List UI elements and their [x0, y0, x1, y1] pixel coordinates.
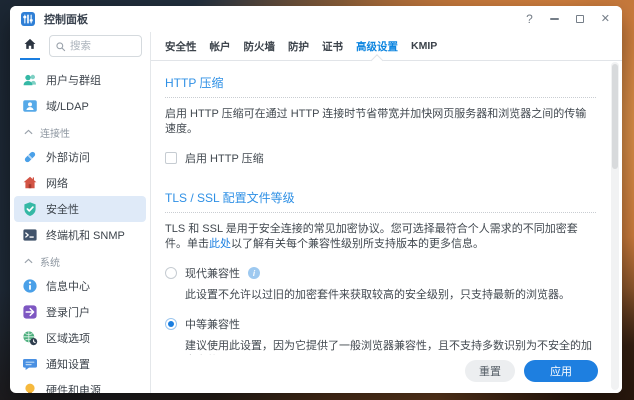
- sidebar-item-domain-ldap[interactable]: 域/LDAP: [10, 93, 150, 119]
- sidebar-section-label: 连接性: [40, 125, 70, 140]
- sidebar-item-label: 终端机和 SNMP: [46, 227, 125, 243]
- window-title: 控制面板: [44, 11, 88, 27]
- home-button[interactable]: [18, 33, 42, 59]
- modern-compatibility-label: 现代兼容性: [185, 265, 240, 281]
- sidebar-section-label: 系统: [40, 254, 60, 269]
- titlebar[interactable]: 控制面板 ? ✕: [10, 6, 622, 32]
- sidebar-item-external-access[interactable]: 外部访问: [10, 144, 150, 170]
- modern-compatibility-row[interactable]: 现代兼容性 i: [165, 265, 596, 281]
- sidebar-item-label: 安全性: [46, 201, 79, 217]
- sidebar-item-label: 用户与群组: [46, 72, 101, 88]
- tab-certificate[interactable]: 证书: [322, 32, 343, 60]
- vertical-scrollbar[interactable]: [611, 62, 619, 390]
- sidebar: 用户与群组 域/LDAP 连接性 外部访问: [10, 32, 151, 393]
- lightbulb-icon: [22, 382, 38, 393]
- intermediate-compatibility-row[interactable]: 中等兼容性: [165, 316, 596, 332]
- sidebar-item-label: 通知设置: [46, 356, 90, 372]
- regional-options-icon: [22, 330, 38, 346]
- intermediate-compatibility-label: 中等兼容性: [185, 316, 240, 332]
- search-input[interactable]: [70, 40, 136, 52]
- close-button[interactable]: ✕: [601, 14, 610, 25]
- tab-protection[interactable]: 防护: [288, 32, 309, 60]
- tab-security[interactable]: 安全性: [165, 32, 197, 60]
- sidebar-section-connectivity[interactable]: 连接性: [10, 120, 150, 144]
- security-shield-icon: [22, 201, 38, 217]
- sidebar-item-label: 信息中心: [46, 278, 90, 294]
- sidebar-item-user-group[interactable]: 用户与群组: [10, 67, 150, 93]
- control-panel-app-icon: [20, 11, 36, 27]
- sidebar-item-notification-settings[interactable]: 通知设置: [10, 351, 150, 377]
- chevron-up-icon: [24, 256, 33, 267]
- tab-account[interactable]: 帐户: [210, 32, 231, 60]
- content-column: 安全性 帐户 防火墙 防护 证书 高级设置 KMIP HTTP 压缩 启用 HT…: [151, 32, 622, 393]
- login-portal-icon: [22, 304, 38, 320]
- sidebar-item-regional-options[interactable]: 区域选项: [10, 325, 150, 351]
- sidebar-item-network[interactable]: 网络: [10, 170, 150, 196]
- info-icon[interactable]: i: [248, 267, 260, 279]
- search-box[interactable]: [49, 35, 142, 57]
- tab-advanced-settings[interactable]: 高级设置: [356, 32, 398, 60]
- sidebar-item-security[interactable]: 安全性: [14, 196, 146, 222]
- section-title-tls-ssl: TLS / SSL 配置文件等级: [165, 182, 596, 213]
- terminal-icon: [22, 227, 38, 243]
- tls-description: TLS 和 SSL 是用于安全连接的常见加密协议。您可选择最符合个人需求的不同加…: [165, 222, 596, 252]
- intermediate-compatibility-radio[interactable]: [165, 318, 177, 330]
- sidebar-item-label: 外部访问: [46, 149, 90, 165]
- modern-compatibility-radio[interactable]: [165, 267, 177, 279]
- external-access-icon: [22, 149, 38, 165]
- desktop-background: 控制面板 ? ✕: [0, 0, 634, 400]
- scrollbar-thumb[interactable]: [612, 64, 618, 169]
- home-icon: [23, 37, 37, 56]
- apply-button[interactable]: 应用: [524, 360, 598, 382]
- sidebar-item-label: 域/LDAP: [46, 98, 89, 114]
- sidebar-list: 用户与群组 域/LDAP 连接性 外部访问: [10, 60, 150, 393]
- sidebar-item-label: 区域选项: [46, 330, 90, 346]
- tab-bar: 安全性 帐户 防火墙 防护 证书 高级设置 KMIP: [151, 32, 622, 61]
- sidebar-header: [10, 32, 150, 60]
- sidebar-item-login-portal[interactable]: 登录门户: [10, 299, 150, 325]
- sidebar-item-label: 网络: [46, 175, 68, 191]
- enable-http-compression-label: 启用 HTTP 压缩: [185, 150, 264, 166]
- network-icon: [22, 175, 38, 191]
- tls-learn-more-link[interactable]: 此处: [209, 238, 231, 250]
- intermediate-compatibility-description: 建议使用此设置，因为它提供了一般浏览器兼容性，且不支持多数识别为不安全的加密套件…: [185, 339, 596, 355]
- users-icon: [22, 72, 38, 88]
- info-circle-icon: [22, 278, 38, 294]
- tab-firewall[interactable]: 防火墙: [244, 32, 276, 60]
- search-icon: [55, 41, 66, 52]
- sidebar-section-system[interactable]: 系统: [10, 249, 150, 273]
- maximize-button[interactable]: [576, 15, 584, 23]
- modern-compatibility-description: 此设置不允许以过旧的加密套件来获取较高的安全级别，只支持最新的浏览器。: [185, 288, 596, 303]
- minimize-button[interactable]: [550, 18, 559, 20]
- help-button[interactable]: ?: [526, 13, 533, 25]
- domain-icon: [22, 98, 38, 114]
- sidebar-item-hardware-power[interactable]: 硬件和电源: [10, 377, 150, 393]
- window-controls: ? ✕: [526, 13, 610, 25]
- settings-panel: HTTP 压缩 启用 HTTP 压缩可在通过 HTTP 连接时节省带宽并加快网页…: [151, 61, 622, 355]
- sidebar-item-info-center[interactable]: 信息中心: [10, 273, 150, 299]
- sidebar-item-terminal-snmp[interactable]: 终端机和 SNMP: [10, 222, 150, 248]
- action-footer: 重置 应用: [151, 355, 622, 393]
- reset-button[interactable]: 重置: [465, 360, 515, 382]
- notification-icon: [22, 356, 38, 372]
- tab-kmip[interactable]: KMIP: [411, 32, 437, 60]
- enable-http-compression-row[interactable]: 启用 HTTP 压缩: [165, 150, 596, 166]
- section-title-http-compression: HTTP 压缩: [165, 67, 596, 98]
- http-compression-description: 启用 HTTP 压缩可在通过 HTTP 连接时节省带宽并加快网页服务器和浏览器之…: [165, 107, 596, 137]
- chevron-up-icon: [24, 127, 33, 138]
- control-panel-window: 控制面板 ? ✕: [10, 6, 622, 393]
- sidebar-item-label: 硬件和电源: [46, 382, 101, 393]
- enable-http-compression-checkbox[interactable]: [165, 152, 177, 164]
- sidebar-item-label: 登录门户: [46, 304, 90, 320]
